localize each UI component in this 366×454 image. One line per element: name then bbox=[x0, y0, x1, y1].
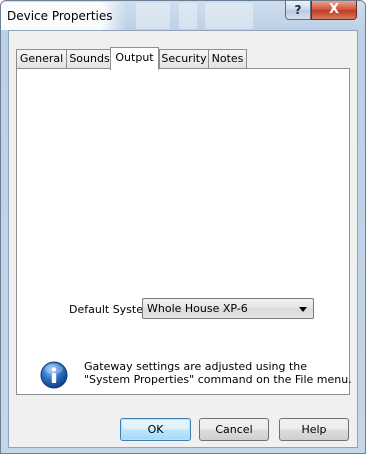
dialog-body: General Sounds Output Security Notes Def… bbox=[8, 30, 358, 448]
title-bar[interactable]: Device Properties ? X bbox=[1, 1, 365, 31]
help-button[interactable]: Help bbox=[279, 418, 349, 441]
output-tab-panel: Default System: Whole House XP-6 Gateway… bbox=[16, 68, 352, 395]
close-button[interactable]: X bbox=[311, 1, 357, 20]
ok-button[interactable]: OK bbox=[120, 418, 191, 441]
window-title: Device Properties bbox=[7, 9, 113, 23]
info-message: Gateway settings are adjusted using the … bbox=[84, 360, 352, 386]
tab-sounds[interactable]: Sounds bbox=[66, 49, 113, 68]
device-properties-window: Device Properties ? X General Sounds Out… bbox=[0, 0, 366, 454]
tab-output[interactable]: Output bbox=[110, 47, 159, 70]
help-button-titlebar[interactable]: ? bbox=[285, 1, 311, 20]
tab-notes[interactable]: Notes bbox=[208, 49, 247, 68]
info-icon bbox=[40, 361, 68, 389]
close-icon: X bbox=[328, 2, 340, 17]
info-message-line-2: "System Properties" command on the File … bbox=[84, 373, 352, 386]
tab-security[interactable]: Security bbox=[159, 49, 209, 68]
chevron-down-icon bbox=[299, 307, 307, 312]
info-message-line-1: Gateway settings are adjusted using the bbox=[84, 360, 308, 373]
title-bar-glass-stripe bbox=[205, 3, 253, 29]
default-system-value: Whole House XP-6 bbox=[147, 302, 248, 315]
default-system-select[interactable]: Whole House XP-6 bbox=[142, 298, 314, 319]
cancel-button[interactable]: Cancel bbox=[199, 418, 269, 441]
help-icon: ? bbox=[294, 3, 302, 17]
title-bar-glass-stripe bbox=[136, 3, 170, 29]
title-bar-glass-stripe bbox=[179, 3, 197, 29]
tab-general[interactable]: General bbox=[16, 49, 67, 68]
